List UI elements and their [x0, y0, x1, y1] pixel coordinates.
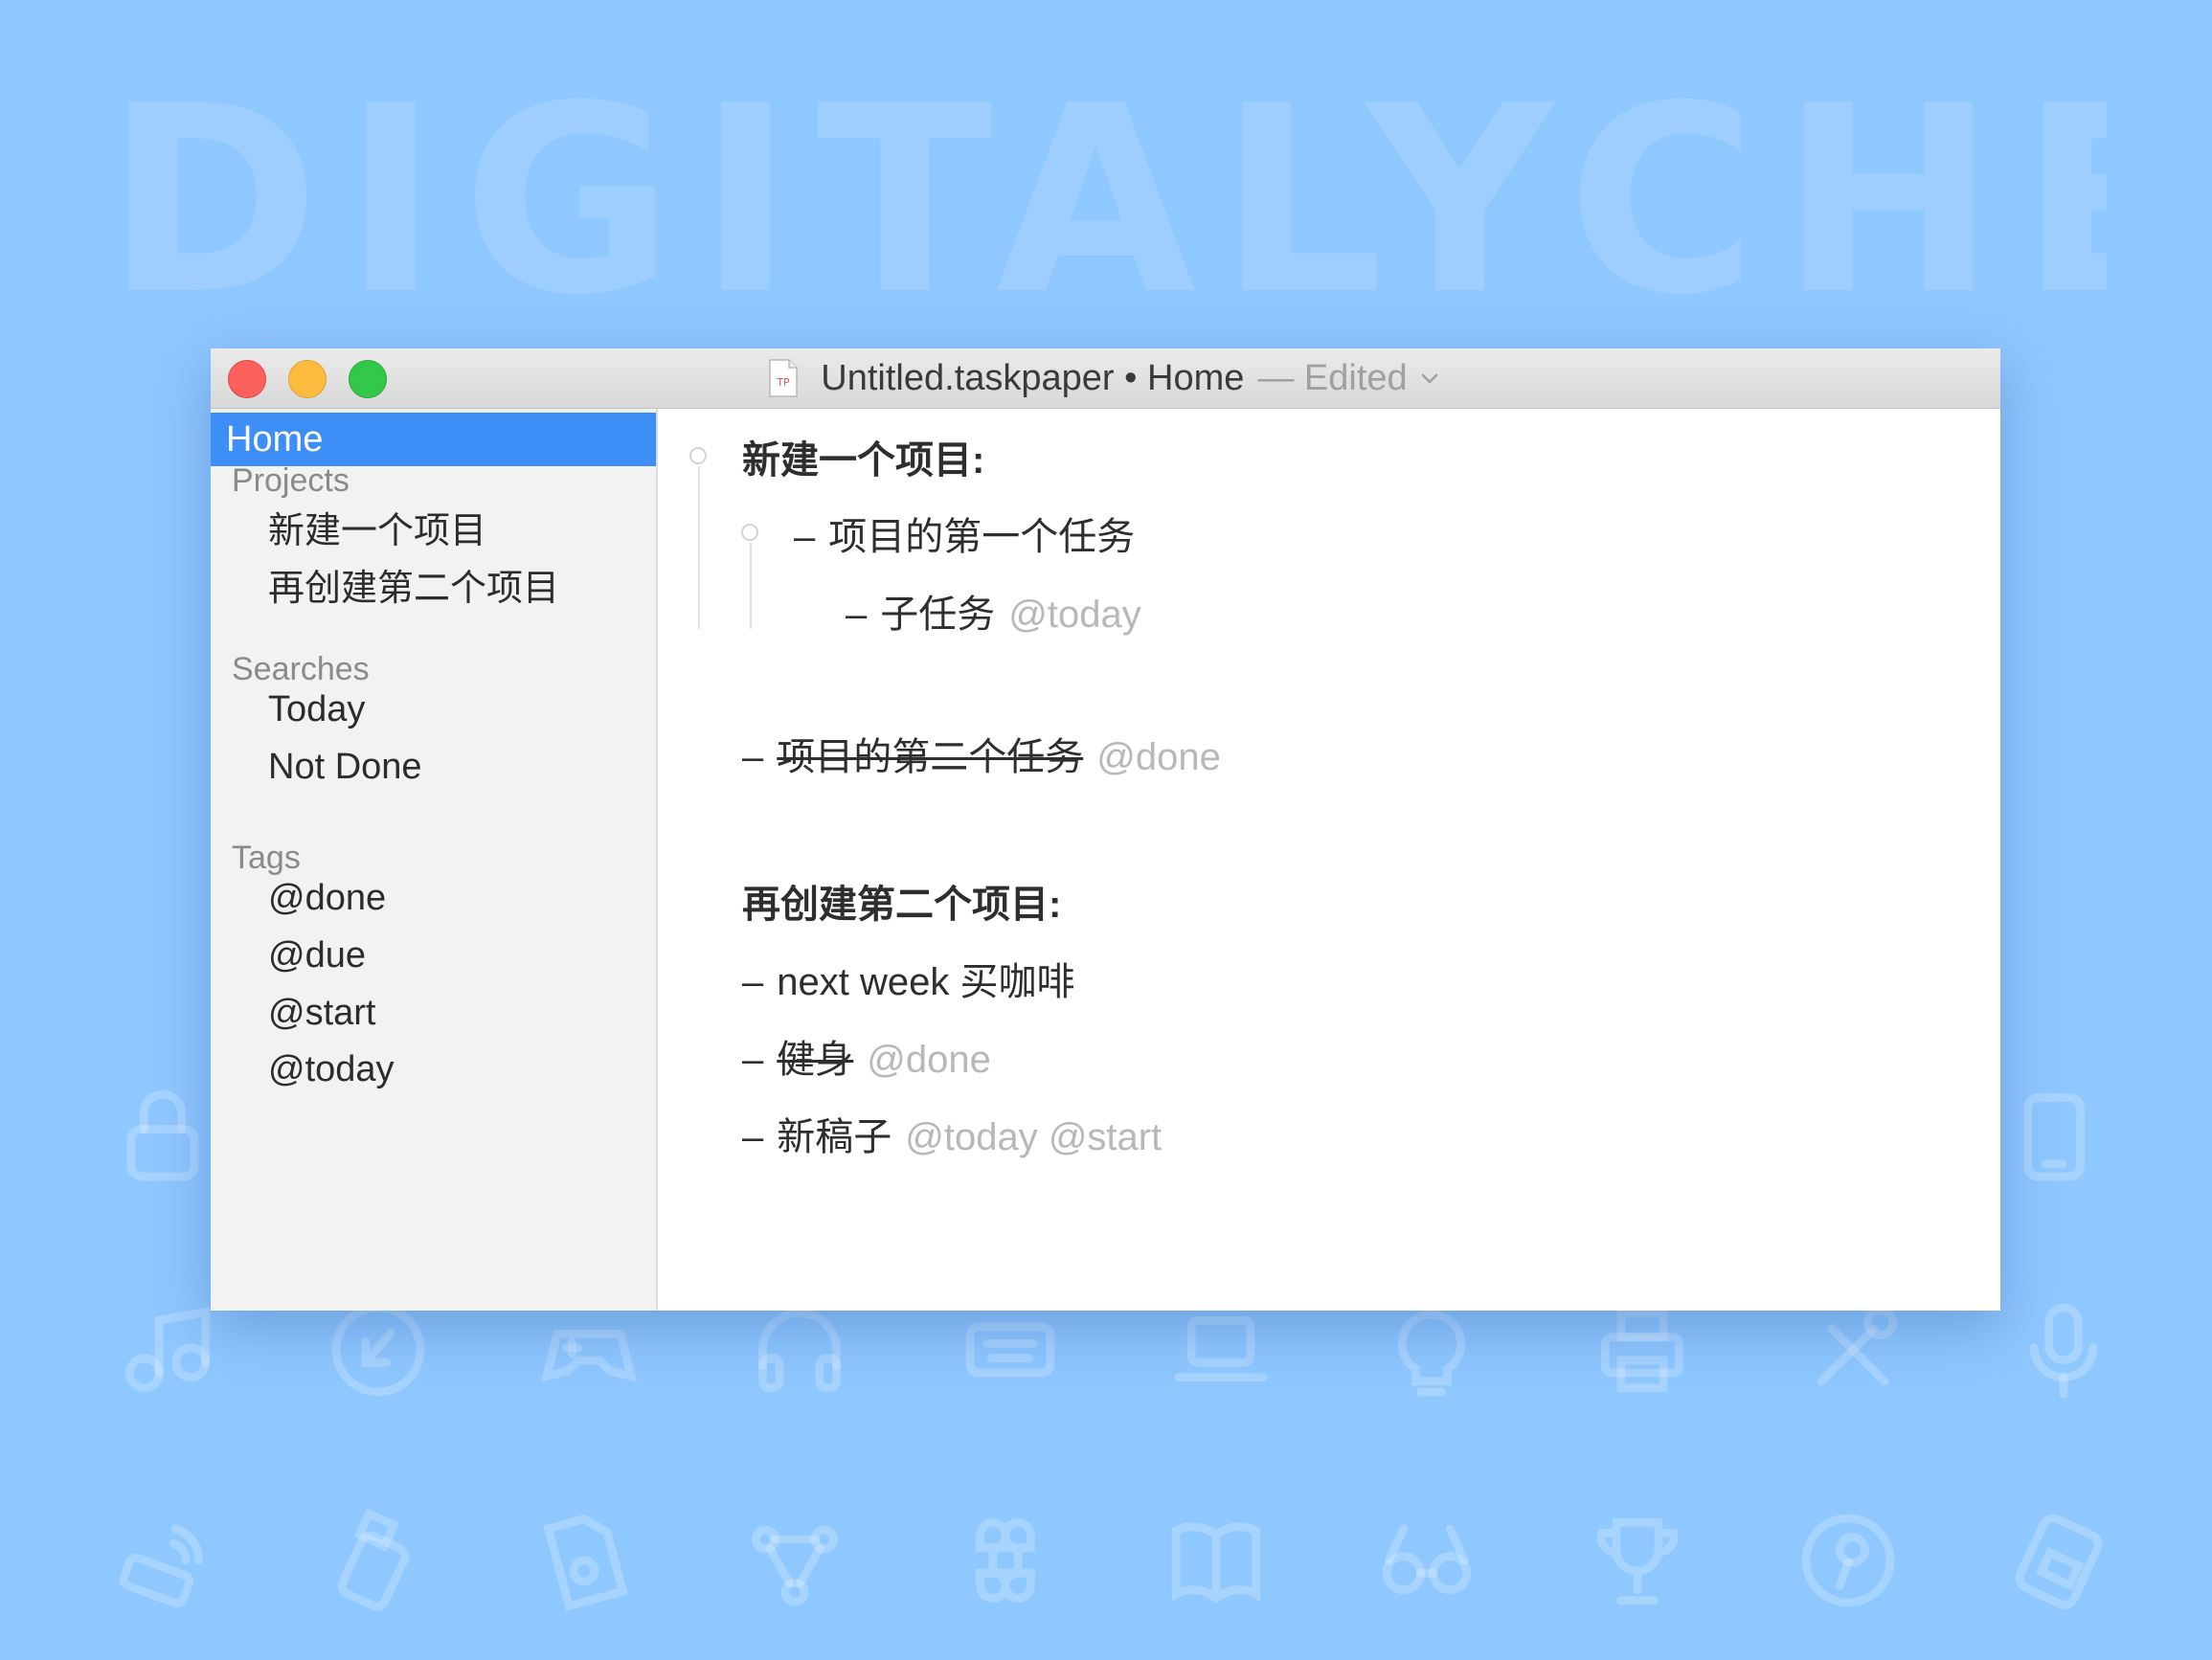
task-item[interactable]: – 项目的第一个任务	[794, 505, 1135, 561]
glasses-icon	[1374, 1508, 1479, 1613]
task-dash: –	[742, 1039, 764, 1081]
task-text: 健身	[777, 1039, 854, 1081]
task-item[interactable]: – 新稿子 @today @start	[742, 1106, 1162, 1161]
phone-icon	[2001, 1082, 2107, 1187]
sidebar-item-tag-today[interactable]: @today	[268, 1049, 395, 1090]
task-text: 子任务	[880, 594, 996, 636]
task-dash: –	[742, 961, 764, 1003]
outline-editor[interactable]: 新建一个项目: – 项目的第一个任务 – 子任务 @today – 项目的第二个任务 @d…	[658, 409, 2000, 1311]
app-window: TP Untitled.taskpaper • Home — Edited Ho…	[211, 348, 2000, 1311]
headphones-icon	[747, 1297, 852, 1402]
gamepad-icon	[536, 1297, 642, 1402]
task-tags[interactable]: @today @start	[905, 1116, 1162, 1158]
task-item[interactable]: – 子任务 @today	[846, 583, 1141, 639]
command-key-icon	[953, 1508, 1058, 1613]
edited-status: — Edited	[1257, 357, 1408, 398]
task-tags[interactable]: @done	[1096, 736, 1221, 778]
indent-guide	[698, 466, 700, 629]
document-icon	[531, 1508, 637, 1613]
sidebar-item-today[interactable]: Today	[268, 689, 365, 730]
task-text: 项目的第一个任务	[828, 516, 1136, 558]
sidebar-header-tags: Tags	[232, 840, 301, 876]
download-icon	[326, 1297, 431, 1402]
disk-icon	[2006, 1508, 2111, 1613]
outline-handle[interactable]	[689, 447, 707, 464]
music-icon	[115, 1297, 220, 1402]
window-title[interactable]: TP Untitled.taskpaper • Home — Edited	[211, 348, 2000, 408]
sidebar-item-project-2[interactable]: 再创建第二个项目	[268, 558, 559, 611]
task-dash: –	[846, 594, 868, 636]
book-icon	[1163, 1508, 1269, 1613]
title-bar[interactable]: TP Untitled.taskpaper • Home — Edited	[211, 348, 2000, 409]
taskpaper-document-icon: TP	[769, 359, 799, 397]
lightbulb-icon	[1379, 1297, 1484, 1402]
printer-icon	[1590, 1297, 1695, 1402]
sidebar: Home Projects 新建一个项目 再创建第二个项目 Searches T…	[211, 409, 658, 1311]
sidebar-header-searches: Searches	[232, 651, 370, 687]
trophy-icon	[1585, 1508, 1690, 1613]
project-title[interactable]: 新建一个项目:	[742, 429, 984, 484]
microphone-icon	[2011, 1297, 2116, 1402]
laptop-icon	[1168, 1297, 1274, 1402]
network-icon	[742, 1508, 847, 1613]
task-tags[interactable]: @done	[867, 1039, 991, 1081]
task-dash: –	[794, 516, 816, 558]
task-text: 项目的第二个任务	[777, 736, 1084, 778]
sidebar-item-home[interactable]: Home	[211, 413, 656, 466]
sidebar-header-projects: Projects	[232, 462, 350, 499]
keyboard-icon	[958, 1297, 1063, 1402]
task-item[interactable]: – 项目的第二个任务 @done	[742, 726, 1221, 781]
project-title[interactable]: 再创建第二个项目:	[742, 873, 1061, 929]
usb-drive-icon	[321, 1508, 426, 1613]
sidebar-item-tag-done[interactable]: @done	[268, 878, 386, 919]
key-icon	[1795, 1508, 1901, 1613]
title-text: Untitled.taskpaper • Home	[821, 357, 1245, 398]
task-tags[interactable]: @today	[1008, 594, 1140, 636]
task-dash: –	[742, 736, 764, 778]
chevron-down-icon[interactable]	[1417, 369, 1442, 388]
tools-icon	[1800, 1297, 1906, 1402]
wifi-icon	[110, 1508, 215, 1613]
task-text: next week 买咖啡	[777, 961, 1075, 1003]
lock-icon	[110, 1082, 215, 1187]
indent-guide	[750, 543, 752, 629]
task-dash: –	[742, 1116, 764, 1158]
sidebar-item-project-1[interactable]: 新建一个项目	[268, 501, 486, 553]
sidebar-item-tag-due[interactable]: @due	[268, 935, 366, 976]
task-text: 新稿子	[777, 1116, 892, 1158]
sidebar-item-tag-start[interactable]: @start	[268, 993, 375, 1034]
svg-text:TP: TP	[777, 376, 791, 389]
outline-handle[interactable]	[741, 524, 758, 541]
task-item[interactable]: – 健身 @done	[742, 1028, 991, 1084]
task-item[interactable]: – next week 买咖啡	[742, 951, 1074, 1006]
sidebar-item-not-done[interactable]: Not Done	[268, 747, 422, 788]
